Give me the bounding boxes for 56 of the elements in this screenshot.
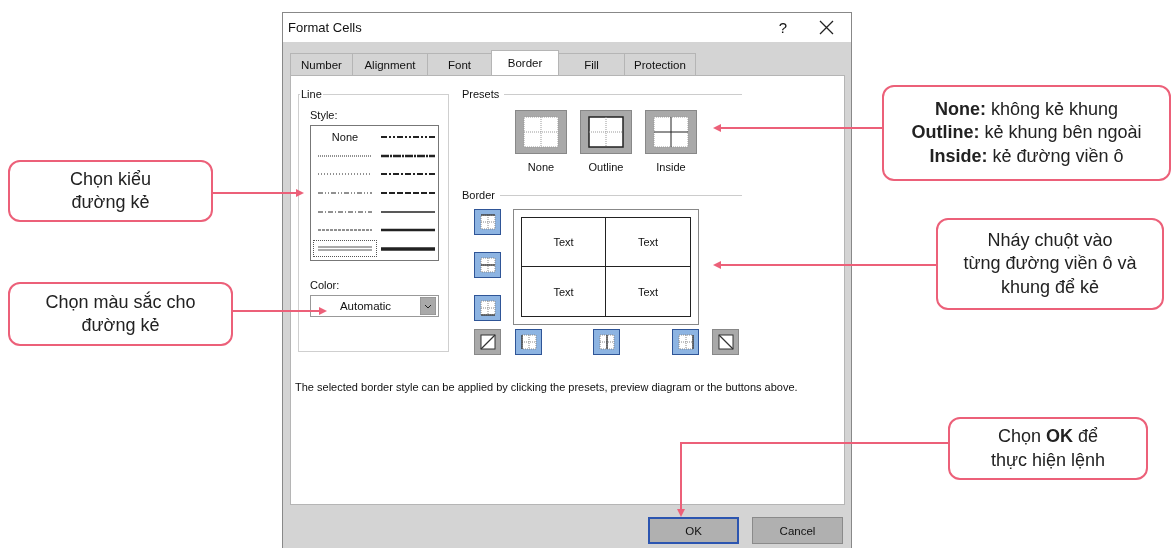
preset-button[interactable]	[580, 110, 632, 154]
border-button[interactable]	[474, 252, 501, 278]
tab[interactable]: Number	[290, 53, 353, 75]
line-sample-icon	[381, 244, 435, 253]
preview-text: Text	[553, 236, 574, 248]
border-grid-icon	[519, 333, 538, 351]
preset-label: None	[527, 161, 555, 173]
border-preview[interactable]: Text Text Text Text	[513, 209, 699, 325]
dialog-button[interactable]: OK	[648, 517, 739, 544]
border-button[interactable]	[474, 329, 501, 355]
color-label: Color:	[310, 279, 341, 291]
line-sample-icon	[318, 244, 372, 253]
border-button[interactable]	[515, 329, 542, 355]
hint-text: The selected border style can be applied by clicking the presets, preview diagram or the buttons above.	[295, 381, 799, 393]
dialog-button[interactable]: Cancel	[752, 517, 843, 544]
style-option[interactable]	[312, 239, 378, 258]
grid-icon	[653, 116, 689, 148]
callout-note: Nháy chuột vào từng đường viền ô và khung để kẻ	[936, 218, 1164, 310]
preview-text: Text	[637, 285, 659, 298]
tab[interactable]: Protection	[624, 53, 696, 75]
close-icon[interactable]	[819, 20, 834, 35]
callout-note: Chọn màu sắc cho đường kẻ	[8, 282, 233, 346]
border-button[interactable]	[672, 329, 699, 355]
tab[interactable]: Border	[491, 50, 559, 75]
border-grid-icon	[597, 333, 616, 351]
section-label: Presets	[462, 88, 500, 100]
border-button[interactable]	[474, 209, 501, 235]
preset-label: Inside	[656, 161, 686, 173]
preview-text: Text	[637, 236, 659, 248]
style-label: Style:	[310, 109, 339, 121]
border-button[interactable]	[593, 329, 620, 355]
callout-note: Chọn kiểu đường kẻ	[8, 160, 213, 222]
border-grid-icon	[478, 213, 497, 231]
border-grid-icon	[676, 333, 695, 351]
preview-text: Text	[553, 285, 574, 298]
style-option[interactable]: None	[312, 128, 378, 147]
preset-label: Outline	[588, 161, 624, 173]
window-title: Format Cells	[288, 20, 363, 35]
grid-icon	[588, 116, 624, 148]
grid-icon	[523, 116, 559, 148]
line-sample-icon	[381, 189, 435, 197]
border-grid-icon	[478, 256, 497, 274]
line-sample-icon	[318, 189, 372, 197]
border-grid-icon	[478, 299, 497, 317]
section-label: Border	[462, 189, 496, 201]
group-label: Line	[300, 88, 323, 100]
help-button[interactable]: ?	[778, 19, 787, 36]
border-grid-icon	[478, 333, 497, 351]
border-button[interactable]	[474, 295, 501, 321]
callout-note: Chọn OK để thực hiện lệnh	[948, 417, 1148, 480]
border-grid-icon	[716, 333, 735, 351]
line-style-list[interactable]: None	[310, 125, 439, 261]
dropdown-value: Automatic	[338, 300, 393, 312]
callout-note: None: không kẻ khung Outline: kẻ khung bên ngoài Inside: kẻ đường viền ô	[882, 85, 1171, 181]
color-dropdown[interactable]: Automatic	[310, 295, 439, 317]
border-button[interactable]	[712, 329, 739, 355]
